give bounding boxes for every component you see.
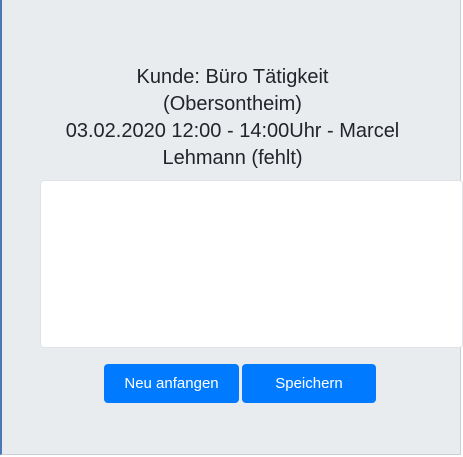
reset-button[interactable]: Neu anfangen (104, 364, 239, 403)
appointment-title: Kunde: Büro Tätigkeit (Obersontheim) 03.… (12, 64, 453, 172)
employee-line: Lehmann (fehlt) (162, 147, 303, 169)
save-button[interactable]: Speichern (242, 364, 376, 403)
dialog-panel: Kunde: Büro Tätigkeit (Obersontheim) 03.… (0, 0, 463, 455)
signature-canvas[interactable] (40, 180, 463, 348)
customer-line: Kunde: Büro Tätigkeit (136, 66, 329, 88)
datetime-line: 03.02.2020 12:00 - 14:00Uhr - Marcel (65, 120, 400, 142)
location-line: (Obersontheim) (163, 93, 302, 115)
